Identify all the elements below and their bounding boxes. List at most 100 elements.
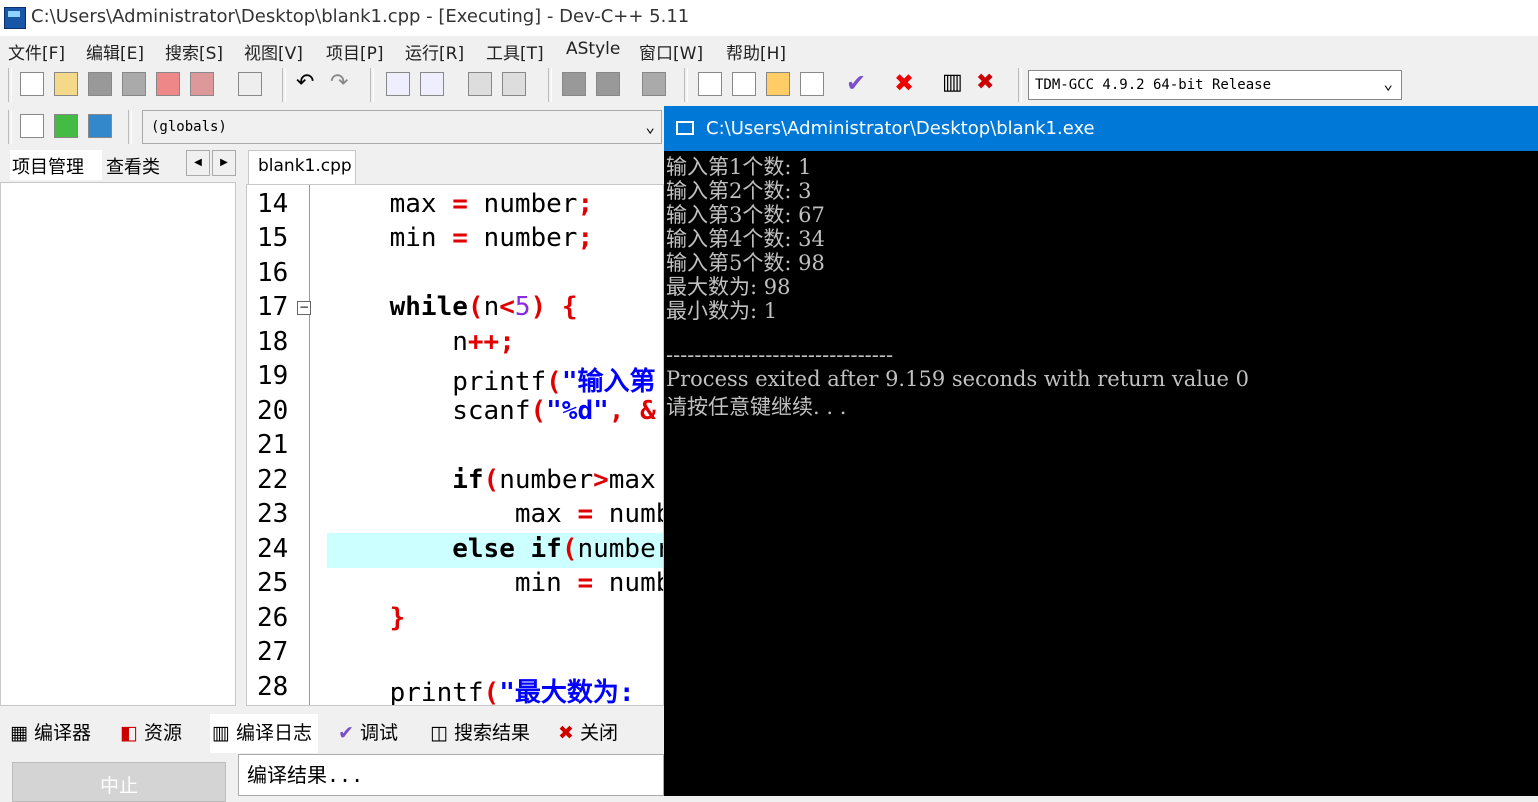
replace-icon[interactable] xyxy=(420,72,444,96)
compile-icon[interactable] xyxy=(698,72,722,96)
code-editor[interactable]: 14 15 16 17 18 19 20 21 22 23 24 25 26 2… xyxy=(246,184,664,706)
new-file-icon[interactable] xyxy=(20,72,44,96)
console-title: C:\Users\Administrator\Desktop\blank1.ex… xyxy=(706,118,1095,139)
console-line: 最小数为: 1 xyxy=(666,299,778,323)
menu-bar: 文件[F] 编辑[E] 搜索[S] 视图[V] 项目[P] 运行[R] 工具[T… xyxy=(0,36,1538,64)
find-icon: ◫ xyxy=(430,722,448,744)
bookmark-icon[interactable] xyxy=(642,72,666,96)
toolbar-separator xyxy=(282,68,286,102)
stop-button[interactable]: 中止 xyxy=(12,762,226,802)
tab-close[interactable]: ✖ 关闭 xyxy=(558,718,618,745)
open-file-icon[interactable] xyxy=(54,72,78,96)
console-window[interactable]: C:\Users\Administrator\Desktop\blank1.ex… xyxy=(664,106,1538,796)
profile-delete-icon[interactable]: ✖ xyxy=(976,72,1000,96)
insert-icon[interactable] xyxy=(20,114,44,138)
project-panel[interactable] xyxy=(0,182,236,706)
line-number: 27 xyxy=(257,637,289,667)
tab-project-manager[interactable]: 项目管理 xyxy=(10,150,102,180)
toolbar-separator xyxy=(8,110,12,144)
compile-run-icon[interactable] xyxy=(766,72,790,96)
console-line: Process exited after 9.159 seconds with … xyxy=(666,367,1249,391)
scope-select[interactable]: (globals) ⌄ xyxy=(142,110,662,144)
menu-view[interactable]: 视图[V] xyxy=(244,39,303,64)
chart-icon: ▥ xyxy=(212,722,230,744)
back-icon[interactable] xyxy=(562,72,586,96)
line-number: 20 xyxy=(257,396,289,426)
tab-search-results[interactable]: ◫ 搜索结果 xyxy=(430,718,530,745)
toolbar-separator xyxy=(128,110,132,144)
line-gutter: 14 15 16 17 18 19 20 21 22 23 24 25 26 2… xyxy=(247,185,311,705)
menu-file[interactable]: 文件[F] xyxy=(8,39,65,64)
undo-icon[interactable]: ↶ xyxy=(296,72,320,96)
menu-window[interactable]: 窗口[W] xyxy=(639,39,703,64)
redo-icon[interactable]: ↷ xyxy=(330,72,354,96)
line-number: 23 xyxy=(257,499,289,529)
line-number: 14 xyxy=(257,189,289,219)
menu-astyle[interactable]: AStyle xyxy=(566,39,620,59)
print-icon[interactable] xyxy=(238,72,262,96)
save-icon[interactable] xyxy=(88,72,112,96)
toolbar-separator xyxy=(548,68,552,102)
goto-line-icon[interactable] xyxy=(502,72,526,96)
menu-project[interactable]: 项目[P] xyxy=(326,39,384,64)
menu-search[interactable]: 搜索[S] xyxy=(165,39,223,64)
tab-scroll-right-icon[interactable]: ▶ xyxy=(212,150,236,176)
line-number: 26 xyxy=(257,603,289,633)
tab-class-browser[interactable]: 查看类 xyxy=(106,150,160,180)
tab-scroll-left-icon[interactable]: ◀ xyxy=(186,150,210,176)
tab-debug[interactable]: ✔ 调试 xyxy=(338,718,398,745)
line-number: 28 xyxy=(257,672,289,702)
code-line: printf("输入第 xyxy=(327,367,656,397)
tab-compiler[interactable]: ▦ 编译器 xyxy=(10,718,91,745)
chevron-down-icon: ⌄ xyxy=(1383,74,1393,93)
line-number: 21 xyxy=(257,430,289,460)
goto-bookmark-icon[interactable] xyxy=(88,114,112,138)
menu-tools[interactable]: 工具[T] xyxy=(486,39,544,64)
chart-icon[interactable]: ▥ xyxy=(942,72,966,96)
close-file-icon[interactable] xyxy=(156,72,180,96)
tab-compile-log[interactable]: ▥ 编译日志 xyxy=(210,714,319,753)
compiler-select[interactable]: TDM-GCC 4.9.2 64-bit Release ⌄ xyxy=(1028,70,1402,100)
close-icon: ✖ xyxy=(558,722,574,744)
code-line: max = number; xyxy=(327,189,594,219)
tab-resources[interactable]: ◧ 资源 xyxy=(120,718,182,745)
compiler-select-value: TDM-GCC 4.9.2 64-bit Release xyxy=(1035,77,1272,93)
code-line: n++; xyxy=(327,327,515,357)
chevron-down-icon: ⌄ xyxy=(645,117,655,136)
console-title-bar[interactable]: C:\Users\Administrator\Desktop\blank1.ex… xyxy=(664,106,1538,151)
toolbar-separator xyxy=(370,68,374,102)
resources-icon: ◧ xyxy=(120,722,138,744)
code-line: min = number xyxy=(327,568,663,598)
line-number: 24 xyxy=(257,534,289,564)
toggle-bookmark-icon[interactable] xyxy=(54,114,78,138)
toolbar-separator xyxy=(1018,68,1022,102)
toolbar-separator xyxy=(684,68,688,102)
menu-edit[interactable]: 编辑[E] xyxy=(86,39,144,64)
menu-run[interactable]: 运行[R] xyxy=(405,39,464,64)
fold-collapse-icon[interactable]: − xyxy=(297,301,311,315)
save-all-icon[interactable] xyxy=(122,72,146,96)
line-number: 16 xyxy=(257,258,289,288)
close-all-icon[interactable] xyxy=(190,72,214,96)
console-line: 请按任意键继续. . . xyxy=(666,395,847,419)
code-line: min = number; xyxy=(327,223,594,253)
editor-tab-blank1[interactable]: blank1.cpp xyxy=(248,150,356,184)
syntax-check-icon[interactable]: ✔ xyxy=(846,71,870,96)
find-icon[interactable] xyxy=(386,72,410,96)
code-line: scanf("%d", & xyxy=(327,396,656,426)
scope-select-value: (globals) xyxy=(151,119,227,135)
rebuild-icon[interactable] xyxy=(800,72,824,96)
code-line: while(n<5) { xyxy=(389,292,578,322)
forward-icon[interactable] xyxy=(596,72,620,96)
line-number: 18 xyxy=(257,327,289,357)
indent-icon[interactable] xyxy=(468,72,492,96)
title-bar: C:\Users\Administrator\Desktop\blank1.cp… xyxy=(0,0,1538,36)
devcpp-app-icon xyxy=(4,7,26,29)
bottom-panel-tabs: ▦ 编译器 ◧ 资源 ▥ 编译日志 ✔ 调试 ◫ 搜索结果 ✖ 关闭 xyxy=(0,712,664,753)
stop-execution-icon[interactable]: ✖ xyxy=(894,71,918,96)
line-number: 15 xyxy=(257,223,289,253)
run-icon[interactable] xyxy=(732,72,756,96)
left-panel-tabs: 项目管理 查看类 ◀ ▶ xyxy=(0,150,240,182)
check-icon: ✔ xyxy=(338,722,354,744)
menu-help[interactable]: 帮助[H] xyxy=(726,39,786,64)
